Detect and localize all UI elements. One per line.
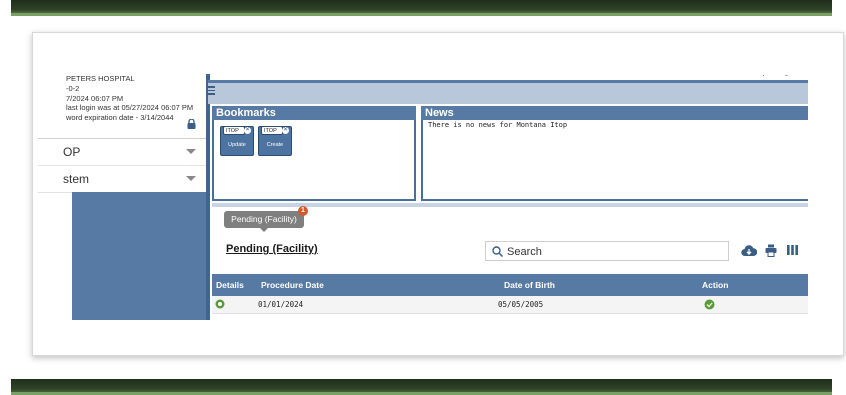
sidebar-menu: OP stem — [38, 138, 208, 193]
bookmark-tag: ITOP — [223, 126, 245, 135]
bookmarks-header: Bookmarks — [212, 106, 416, 120]
notification-badge: 1 — [298, 206, 308, 216]
column-header-action[interactable]: Action — [702, 280, 728, 290]
search-input[interactable]: Search — [485, 241, 729, 261]
user-info-panel: PETERS HOSPITAL -0-2 7/2024 06:07 PM las… — [38, 74, 208, 138]
column-header-date-of-birth[interactable]: Date of Birth — [504, 280, 555, 290]
table-header: Details Procedure Date Date of Birth Act… — [212, 274, 808, 296]
user-id: -0-2 — [66, 83, 80, 93]
tab-pending-facility[interactable]: Pending (Facility) — [224, 211, 304, 232]
top-decorative-band — [11, 0, 832, 16]
column-header-procedure-date[interactable]: Procedure Date — [261, 280, 324, 290]
lock-icon[interactable] — [187, 119, 196, 129]
sidebar-item-op[interactable]: OP — [38, 139, 208, 166]
window-controls-icon[interactable]: ·- — [762, 70, 808, 80]
columns-icon[interactable] — [787, 244, 798, 256]
pending-section-title[interactable]: Pending (Facility) — [226, 243, 318, 255]
sidebar-blank-area — [72, 192, 208, 320]
chevron-down-icon — [186, 149, 196, 154]
last-login-text: last login was at 05/27/2024 06:07 PM — [66, 103, 194, 113]
cloud-download-icon[interactable] — [741, 244, 757, 257]
expand-details-icon[interactable] — [215, 299, 225, 309]
search-icon — [492, 246, 503, 257]
bottom-decorative-band — [11, 379, 832, 395]
sidebar-edge — [206, 74, 210, 320]
table-row: 01/01/2024 05/05/2005 — [212, 296, 808, 314]
bookmark-label: Create — [266, 142, 284, 148]
column-header-details[interactable]: Details — [216, 280, 244, 290]
sidebar-item-label: OP — [63, 145, 81, 159]
bookmark-create[interactable]: ITOP × Create — [258, 126, 292, 156]
print-icon[interactable] — [765, 244, 777, 257]
search-placeholder: Search — [507, 246, 542, 258]
login-time: 7/2024 06:07 PM — [66, 93, 124, 103]
date-of-birth-cell: 05/05/2005 — [498, 300, 544, 309]
bookmark-label: Update — [228, 142, 246, 148]
news-message: There is no news for Montana Itop — [428, 121, 568, 129]
chevron-down-icon — [186, 176, 196, 181]
news-panel — [421, 120, 808, 201]
top-navigation-bar — [208, 83, 808, 104]
close-icon[interactable]: × — [282, 127, 289, 134]
bookmark-tag: ITOP — [261, 126, 283, 135]
hospital-name: PETERS HOSPITAL — [66, 74, 135, 83]
close-icon[interactable]: × — [244, 127, 251, 134]
tab-pointer — [260, 228, 268, 232]
hamburger-menu-icon[interactable] — [207, 86, 215, 96]
sidebar-item-system[interactable]: stem — [38, 166, 208, 193]
tab-label: Pending (Facility) — [231, 214, 297, 224]
bookmark-update[interactable]: ITOP × Update — [220, 126, 254, 156]
procedure-date-cell: 01/01/2024 — [258, 300, 304, 309]
sidebar: PETERS HOSPITAL -0-2 7/2024 06:07 PM las… — [38, 74, 208, 320]
news-header: News — [421, 106, 808, 120]
action-icon[interactable] — [704, 299, 715, 310]
sidebar-item-label: stem — [63, 172, 90, 186]
